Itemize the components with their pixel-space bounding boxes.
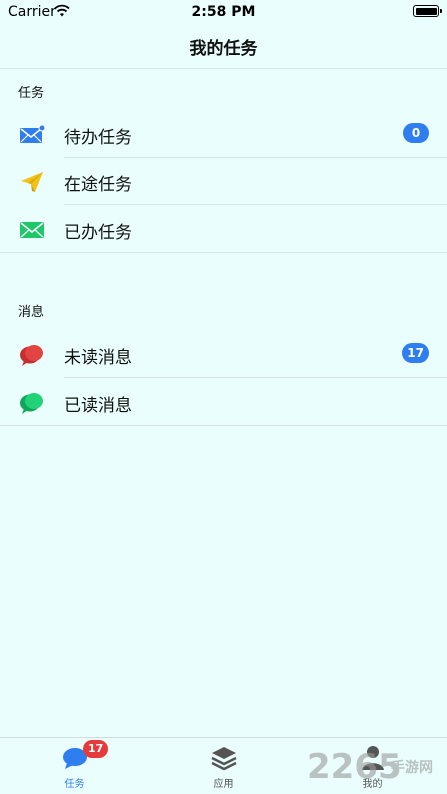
list-item-label: 已读消息 [64,396,132,416]
section-header-tasks: 任务 [18,86,45,101]
count-badge: 0 [403,123,429,143]
tab-tasks[interactable]: 17 任务 [0,738,149,794]
svg-text:2265: 2265 [307,747,402,787]
list-item-label: 在途任务 [64,175,132,195]
navigation-bar: 我的任务 [0,24,447,69]
divider [64,377,447,378]
tab-apps[interactable]: 应用 [149,738,298,794]
mail-icon [20,222,44,238]
list-item-in-transit-tasks[interactable]: 在途任务 [0,158,447,205]
tab-bar: 17 任务 应用 我的 2265 手游网 [0,737,447,794]
list-item-completed-tasks[interactable]: 已办任务 [0,206,447,253]
layers-icon [210,747,237,771]
chat-bubbles-green-icon [20,393,43,414]
chat-bubbles-red-icon [20,345,43,366]
tab-label: 任务 [64,779,85,790]
tab-badge: 17 [83,740,109,758]
clock: 2:58 PM [191,4,256,20]
list-item-read-messages[interactable]: 已读消息 [0,379,447,426]
list-item-unread-messages[interactable]: 未读消息 17 [0,331,447,378]
battery-icon [413,5,442,17]
list-item-label: 待办任务 [64,128,132,148]
status-bar: Carrier 2:58 PM [0,0,447,24]
divider [0,252,447,253]
divider [64,204,447,205]
page-title: 我的任务 [189,38,258,59]
watermark-logo: 2265 手游网 [307,747,433,787]
list-item-label: 已办任务 [64,223,132,243]
list-item-label: 未读消息 [64,348,132,368]
count-badge: 17 [402,343,429,363]
list-item-pending-tasks[interactable]: 待办任务 0 [0,111,447,158]
divider [0,425,447,426]
envelope-icon [20,124,46,143]
tab-label: 应用 [213,779,234,790]
section-header-messages: 消息 [18,305,45,320]
svg-text:手游网: 手游网 [391,759,433,776]
paper-plane-icon [21,172,43,192]
